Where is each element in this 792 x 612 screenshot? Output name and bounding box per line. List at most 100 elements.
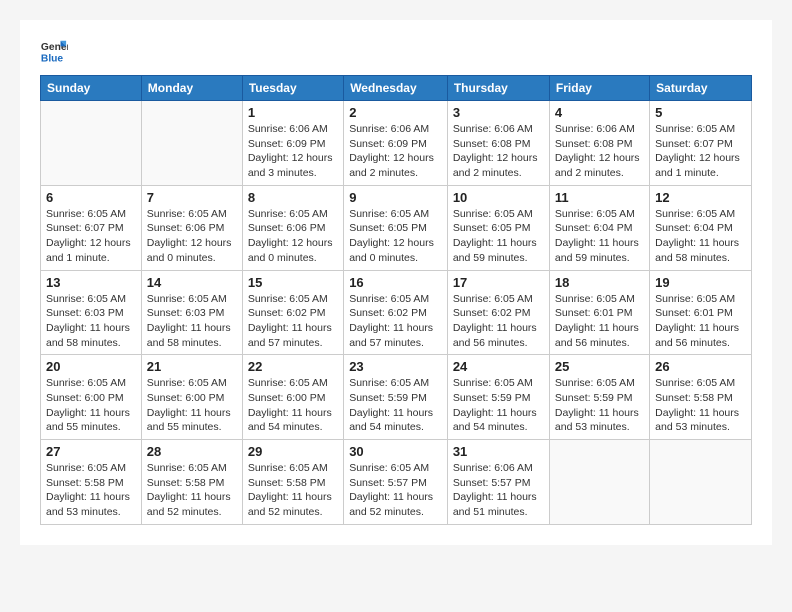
weekday-header-wednesday: Wednesday — [344, 76, 448, 101]
calendar-cell: 15Sunrise: 6:05 AM Sunset: 6:02 PM Dayli… — [242, 270, 343, 355]
day-detail: Sunrise: 6:05 AM Sunset: 6:00 PM Dayligh… — [248, 376, 338, 435]
day-detail: Sunrise: 6:05 AM Sunset: 6:02 PM Dayligh… — [248, 292, 338, 351]
day-number: 16 — [349, 275, 442, 290]
calendar-cell: 8 Sunrise: 6:05 AM Sunset: 6:06 PM Daylig… — [242, 185, 343, 270]
weekday-header-sunday: Sunday — [41, 76, 142, 101]
day-detail: Sunrise: 6:05 AM Sunset: 5:59 PM Dayligh… — [555, 376, 644, 435]
day-number: 11 — [555, 190, 644, 205]
calendar-cell: 24 Sunrise: 6:05 AM Sunset: 5:59 PM Dayli… — [447, 355, 549, 440]
day-number: 18 — [555, 275, 644, 290]
day-detail: Sunrise: 6:06 AM Sunset: 6:08 PM Dayligh… — [555, 122, 644, 181]
day-number: 1 — [248, 105, 338, 120]
day-number: 20 — [46, 359, 136, 374]
day-detail: Sunrise: 6:06 AM Sunset: 6:09 PM Dayligh… — [248, 122, 338, 181]
header: General Blue — [40, 35, 752, 65]
day-number: 21 — [147, 359, 237, 374]
day-detail: Sunrise: 6:06 AM Sunset: 5:57 PM Dayligh… — [453, 461, 544, 520]
day-number: 4 — [555, 105, 644, 120]
day-detail: Sunrise: 6:05 AM Sunset: 6:01 PM Dayligh… — [655, 292, 746, 351]
day-number: 29 — [248, 444, 338, 459]
day-number: 31 — [453, 444, 544, 459]
calendar-cell: 12Sunrise: 6:05 AM Sunset: 6:04 PM Dayli… — [650, 185, 752, 270]
day-number: 13 — [46, 275, 136, 290]
day-detail: Sunrise: 6:05 AM Sunset: 5:58 PM Dayligh… — [46, 461, 136, 520]
calendar-cell: 5 Sunrise: 6:05 AM Sunset: 6:07 PM Daylig… — [650, 101, 752, 186]
calendar-cell: 28 Sunrise: 6:05 AM Sunset: 5:58 PM Dayli… — [141, 440, 242, 525]
day-detail: Sunrise: 6:05 AM Sunset: 6:04 PM Dayligh… — [655, 207, 746, 266]
calendar-cell: 3 Sunrise: 6:06 AM Sunset: 6:08 PM Daylig… — [447, 101, 549, 186]
calendar-cell: 7 Sunrise: 6:05 AM Sunset: 6:06 PM Daylig… — [141, 185, 242, 270]
calendar-cell: 1 Sunrise: 6:06 AM Sunset: 6:09 PM Daylig… — [242, 101, 343, 186]
calendar-cell: 16 Sunrise: 6:05 AM Sunset: 6:02 PM Dayli… — [344, 270, 448, 355]
calendar-cell — [41, 101, 142, 186]
day-detail: Sunrise: 6:05 AM Sunset: 6:02 PM Dayligh… — [349, 292, 442, 351]
day-number: 5 — [655, 105, 746, 120]
day-number: 17 — [453, 275, 544, 290]
weekday-header-thursday: Thursday — [447, 76, 549, 101]
calendar-cell: 27 Sunrise: 6:05 AM Sunset: 5:58 PM Dayli… — [41, 440, 142, 525]
day-number: 6 — [46, 190, 136, 205]
day-number: 8 — [248, 190, 338, 205]
day-detail: Sunrise: 6:05 AM Sunset: 5:59 PM Dayligh… — [453, 376, 544, 435]
calendar-cell: 22 Sunrise: 6:05 AM Sunset: 6:00 PM Dayli… — [242, 355, 343, 440]
calendar-cell: 19 Sunrise: 6:05 AM Sunset: 6:01 PM Dayli… — [650, 270, 752, 355]
calendar-cell: 25 Sunrise: 6:05 AM Sunset: 5:59 PM Dayli… — [549, 355, 649, 440]
calendar-cell: 9 Sunrise: 6:05 AM Sunset: 6:05 PM Daylig… — [344, 185, 448, 270]
day-number: 22 — [248, 359, 338, 374]
day-detail: Sunrise: 6:05 AM Sunset: 6:07 PM Dayligh… — [46, 207, 136, 266]
weekday-header-monday: Monday — [141, 76, 242, 101]
day-detail: Sunrise: 6:06 AM Sunset: 6:09 PM Dayligh… — [349, 122, 442, 181]
weekday-header-friday: Friday — [549, 76, 649, 101]
day-detail: Sunrise: 6:05 AM Sunset: 6:02 PM Dayligh… — [453, 292, 544, 351]
day-detail: Sunrise: 6:05 AM Sunset: 6:05 PM Dayligh… — [453, 207, 544, 266]
day-number: 3 — [453, 105, 544, 120]
week-row-4: 20 Sunrise: 6:05 AM Sunset: 6:00 PM Dayli… — [41, 355, 752, 440]
day-detail: Sunrise: 6:05 AM Sunset: 6:06 PM Dayligh… — [147, 207, 237, 266]
day-detail: Sunrise: 6:05 AM Sunset: 5:58 PM Dayligh… — [248, 461, 338, 520]
day-number: 9 — [349, 190, 442, 205]
calendar-cell — [650, 440, 752, 525]
day-detail: Sunrise: 6:05 AM Sunset: 6:06 PM Dayligh… — [248, 207, 338, 266]
calendar-cell: 17 Sunrise: 6:05 AM Sunset: 6:02 PM Dayli… — [447, 270, 549, 355]
week-row-1: 1 Sunrise: 6:06 AM Sunset: 6:09 PM Daylig… — [41, 101, 752, 186]
day-detail: Sunrise: 6:05 AM Sunset: 6:04 PM Dayligh… — [555, 207, 644, 266]
calendar-table: SundayMondayTuesdayWednesdayThursdayFrid… — [40, 75, 752, 525]
calendar-cell — [549, 440, 649, 525]
calendar-cell: 21 Sunrise: 6:05 AM Sunset: 6:00 PM Dayli… — [141, 355, 242, 440]
day-detail: Sunrise: 6:05 AM Sunset: 5:58 PM Dayligh… — [147, 461, 237, 520]
calendar-cell: 14 Sunrise: 6:05 AM Sunset: 6:03 PM Dayli… — [141, 270, 242, 355]
calendar-cell: 13 Sunrise: 6:05 AM Sunset: 6:03 PM Dayli… — [41, 270, 142, 355]
calendar-cell: 26Sunrise: 6:05 AM Sunset: 5:58 PM Dayli… — [650, 355, 752, 440]
day-number: 27 — [46, 444, 136, 459]
week-row-2: 6 Sunrise: 6:05 AM Sunset: 6:07 PM Daylig… — [41, 185, 752, 270]
weekday-header-saturday: Saturday — [650, 76, 752, 101]
weekday-header-tuesday: Tuesday — [242, 76, 343, 101]
day-number: 19 — [655, 275, 746, 290]
day-detail: Sunrise: 6:05 AM Sunset: 6:03 PM Dayligh… — [46, 292, 136, 351]
day-number: 7 — [147, 190, 237, 205]
calendar-cell: 29 Sunrise: 6:05 AM Sunset: 5:58 PM Dayli… — [242, 440, 343, 525]
calendar-cell: 30Sunrise: 6:05 AM Sunset: 5:57 PM Dayli… — [344, 440, 448, 525]
day-detail: Sunrise: 6:05 AM Sunset: 6:07 PM Dayligh… — [655, 122, 746, 181]
day-number: 14 — [147, 275, 237, 290]
day-number: 2 — [349, 105, 442, 120]
day-detail: Sunrise: 6:05 AM Sunset: 6:00 PM Dayligh… — [147, 376, 237, 435]
day-detail: Sunrise: 6:05 AM Sunset: 6:01 PM Dayligh… — [555, 292, 644, 351]
day-number: 23 — [349, 359, 442, 374]
day-detail: Sunrise: 6:05 AM Sunset: 5:59 PM Dayligh… — [349, 376, 442, 435]
calendar-cell: 2 Sunrise: 6:06 AM Sunset: 6:09 PM Daylig… — [344, 101, 448, 186]
day-number: 24 — [453, 359, 544, 374]
day-number: 25 — [555, 359, 644, 374]
calendar-cell: 4 Sunrise: 6:06 AM Sunset: 6:08 PM Daylig… — [549, 101, 649, 186]
day-detail: Sunrise: 6:05 AM Sunset: 5:57 PM Dayligh… — [349, 461, 442, 520]
calendar-cell: 23 Sunrise: 6:05 AM Sunset: 5:59 PM Dayli… — [344, 355, 448, 440]
day-detail: Sunrise: 6:05 AM Sunset: 6:05 PM Dayligh… — [349, 207, 442, 266]
day-detail: Sunrise: 6:05 AM Sunset: 6:03 PM Dayligh… — [147, 292, 237, 351]
calendar-cell: 11 Sunrise: 6:05 AM Sunset: 6:04 PM Dayli… — [549, 185, 649, 270]
day-detail: Sunrise: 6:06 AM Sunset: 6:08 PM Dayligh… — [453, 122, 544, 181]
svg-text:Blue: Blue — [41, 53, 64, 64]
day-detail: Sunrise: 6:05 AM Sunset: 6:00 PM Dayligh… — [46, 376, 136, 435]
calendar-cell: 31 Sunrise: 6:06 AM Sunset: 5:57 PM Dayli… — [447, 440, 549, 525]
calendar-cell: 6 Sunrise: 6:05 AM Sunset: 6:07 PM Daylig… — [41, 185, 142, 270]
day-number: 28 — [147, 444, 237, 459]
